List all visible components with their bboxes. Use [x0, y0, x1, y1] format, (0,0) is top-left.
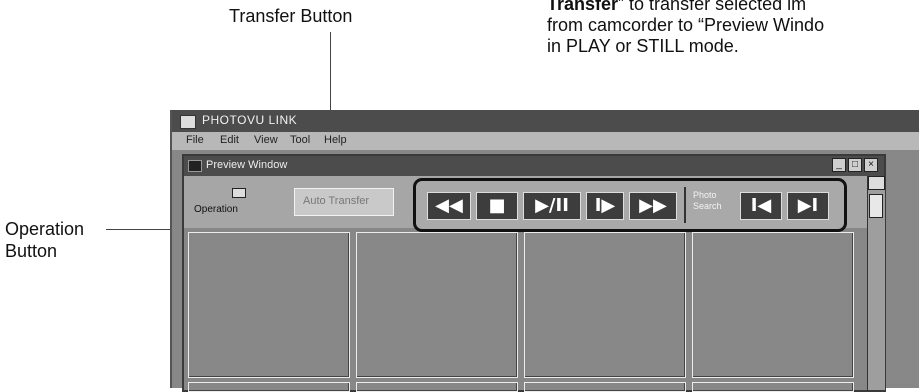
preview-window-icon	[188, 160, 202, 172]
thumbnail-slot-7[interactable]	[524, 382, 686, 392]
transfer-button-callout: Transfer Button	[229, 6, 353, 26]
transfer-button[interactable]: Auto Transfer	[294, 188, 394, 216]
operation-icon	[232, 188, 246, 198]
maximize-icon: □	[851, 159, 859, 170]
thumbnail-slot-2[interactable]	[356, 232, 518, 378]
frame-advance-icon: I▶	[594, 195, 616, 216]
menu-bar: File Edit View Tool Help	[172, 132, 919, 150]
photo-search-prev-button[interactable]: I◀	[740, 192, 782, 220]
photo-search-label: Photo Search	[693, 190, 722, 211]
thumbnail-slot-5[interactable]	[188, 382, 350, 392]
playback-control-group: ◀◀ ■ ▶/II I▶ ▶▶ Photo Search I◀ ▶I	[413, 178, 847, 232]
fast-forward-button[interactable]: ▶▶	[629, 192, 677, 220]
thumbnail-slot-1[interactable]	[188, 232, 350, 378]
stop-button[interactable]: ■	[476, 192, 518, 220]
fast-forward-icon: ▶▶	[639, 195, 667, 216]
menu-edit[interactable]: Edit	[220, 134, 239, 146]
operation-button[interactable]: Operation	[192, 186, 282, 220]
minimize-icon: _	[836, 159, 842, 170]
menu-tool[interactable]: Tool	[290, 134, 310, 146]
transfer-note: Transfer” to transfer selected im from c…	[547, 0, 824, 57]
search-prev-icon: I◀	[750, 195, 772, 216]
thumbnail-slot-3[interactable]	[524, 232, 686, 378]
play-pause-button[interactable]: ▶/II	[523, 192, 581, 220]
scroll-up-arrow-icon[interactable]	[868, 176, 885, 190]
app-icon	[180, 115, 196, 129]
close-button[interactable]: ×	[864, 158, 878, 172]
thumbnail-slot-6[interactable]	[356, 382, 518, 392]
operation-button-callout-line2: Button	[5, 241, 58, 261]
preview-window-title: Preview Window	[206, 159, 288, 171]
operation-button-label: Operation	[194, 204, 238, 215]
operation-button-callout: Operation	[5, 219, 85, 239]
note-transfer-word: Transfer	[547, 0, 619, 14]
thumbnail-slot-8[interactable]	[692, 382, 854, 392]
rewind-button[interactable]: ◀◀	[427, 192, 471, 220]
preview-window: Preview Window _ □ × Operation Auto Tran…	[182, 154, 886, 392]
frame-advance-button[interactable]: I▶	[586, 192, 624, 220]
transfer-button-label: Auto Transfer	[303, 195, 370, 207]
maximize-button[interactable]: □	[848, 158, 862, 172]
note-line-2: from camcorder to “Preview Windo	[547, 15, 825, 35]
play-pause-icon: ▶/II	[535, 195, 569, 216]
menu-view[interactable]: View	[254, 134, 278, 146]
preview-window-titlebar: Preview Window _ □ ×	[184, 156, 884, 176]
note-line-3: in PLAY or STILL mode.	[547, 36, 739, 56]
minimize-button[interactable]: _	[832, 158, 846, 172]
photovu-link-window: PHOTOVU LINK File Edit View Tool Help Pr…	[170, 110, 919, 392]
thumbnail-slot-4[interactable]	[692, 232, 854, 378]
control-divider	[684, 187, 686, 223]
app-titlebar: PHOTOVU LINK	[172, 110, 919, 132]
photo-search-next-button[interactable]: ▶I	[787, 192, 829, 220]
note-line-1: ” to transfer selected im	[618, 0, 807, 14]
preview-toolbar: Operation Auto Transfer ◀◀ ■ ▶/II I▶ ▶▶ …	[184, 176, 884, 232]
scrollbar-thumb[interactable]	[869, 194, 883, 218]
app-title: PHOTOVU LINK	[202, 113, 298, 127]
stop-icon: ■	[488, 195, 506, 216]
close-icon: ×	[868, 159, 874, 170]
vertical-scrollbar[interactable]	[867, 176, 885, 390]
menu-help[interactable]: Help	[324, 134, 347, 146]
menu-file[interactable]: File	[186, 134, 204, 146]
operation-leader-line	[106, 229, 176, 230]
rewind-icon: ◀◀	[435, 195, 463, 216]
search-next-icon: ▶I	[797, 195, 819, 216]
